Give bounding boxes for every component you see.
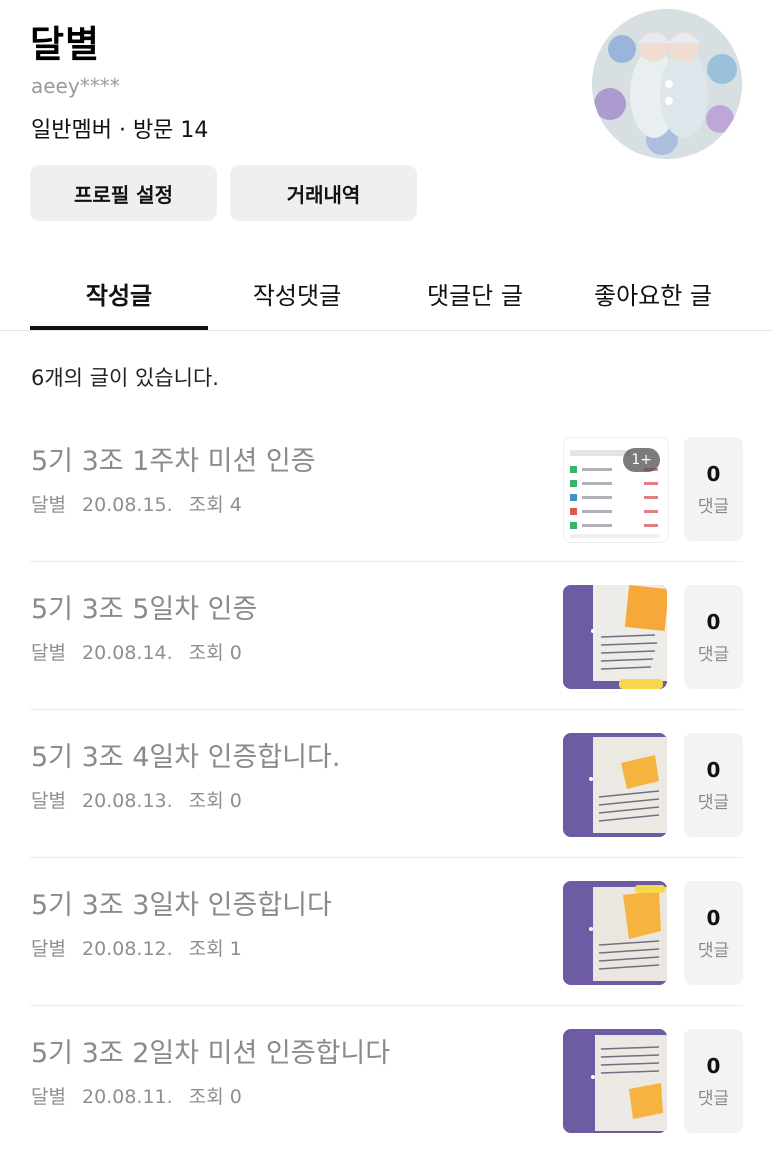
comment-count-box[interactable]: 0 댓글 <box>684 1029 743 1133</box>
comment-count: 0 <box>706 905 721 930</box>
tab-my-posts[interactable]: 작성글 <box>30 256 208 330</box>
post-meta: 달별 20.08.12. 조회 1 <box>31 934 252 961</box>
post-title: 5기 3조 3일차 인증합니다 <box>31 890 332 921</box>
post-views: 조회 0 <box>188 790 242 812</box>
profile-meta: 일반멤버 · 방문 14 <box>31 118 209 143</box>
profile-header: 달별 aeey**** 일반멤버 · 방문 14 프로필 설정 거래내역 <box>0 0 773 250</box>
image-count-badge: 1+ <box>623 448 660 472</box>
profile-user-id: aeey**** <box>31 74 120 98</box>
post-views: 조회 4 <box>188 494 242 516</box>
post-date: 20.08.15. <box>82 494 173 516</box>
list-item[interactable]: 5기 3조 2일차 미션 인증합니다 달별 20.08.11. 조회 0 0 댓… <box>0 1007 773 1154</box>
avatar-photo <box>592 9 742 159</box>
active-tab-indicator <box>30 326 208 330</box>
tab-liked-posts[interactable]: 좋아요한 글 <box>564 256 742 330</box>
post-date: 20.08.11. <box>82 1086 173 1108</box>
profile-nickname: 달별 <box>30 23 101 66</box>
list-item[interactable]: 5기 3조 4일차 인증합니다. 달별 20.08.13. 조회 0 0 댓글 <box>0 711 773 858</box>
tab-commented-posts[interactable]: 댓글단 글 <box>386 256 564 330</box>
comment-count: 0 <box>706 1053 721 1078</box>
list-item[interactable]: 5기 3조 3일차 인증합니다 달별 20.08.12. 조회 1 0 댓글 <box>0 859 773 1006</box>
post-title: 5기 3조 2일차 미션 인증합니다 <box>31 1038 391 1069</box>
list-item[interactable]: 5기 3조 5일차 인증 달별 20.08.14. 조회 0 0 댓글 <box>0 563 773 710</box>
list-item[interactable]: 5기 3조 1주차 미션 인증 달별 20.08.15. 조회 4 1+ 0 댓… <box>0 415 773 562</box>
thumbnail-image <box>563 585 667 689</box>
post-date: 20.08.13. <box>82 790 173 812</box>
comment-count: 0 <box>706 757 721 782</box>
divider <box>30 857 743 858</box>
post-thumbnail[interactable]: 1+ <box>563 437 669 543</box>
post-author: 달별 <box>31 938 66 960</box>
transactions-button[interactable]: 거래내역 <box>230 165 417 221</box>
post-author: 달별 <box>31 790 66 812</box>
post-meta: 달별 20.08.13. 조회 0 <box>31 786 252 813</box>
divider <box>30 709 743 710</box>
thumbnail-image <box>563 881 667 985</box>
avatar[interactable] <box>592 9 742 159</box>
post-date: 20.08.14. <box>82 642 173 664</box>
post-views: 조회 0 <box>188 1086 242 1108</box>
thumbnail-image <box>563 733 667 837</box>
post-thumbnail[interactable] <box>563 585 667 689</box>
post-views: 조회 1 <box>188 938 242 960</box>
tab-my-comments[interactable]: 작성댓글 <box>208 256 386 330</box>
comment-label: 댓글 <box>697 792 730 813</box>
comment-count-box[interactable]: 0 댓글 <box>684 437 743 541</box>
post-author: 달별 <box>31 642 66 664</box>
post-meta: 달별 20.08.14. 조회 0 <box>31 638 252 665</box>
post-author: 달별 <box>31 1086 66 1108</box>
post-date: 20.08.12. <box>82 938 173 960</box>
comment-count: 0 <box>706 609 721 634</box>
post-thumbnail[interactable] <box>563 1029 667 1133</box>
post-title: 5기 3조 1주차 미션 인증 <box>31 446 316 477</box>
post-meta: 달별 20.08.15. 조회 4 <box>31 490 252 517</box>
post-meta: 달별 20.08.11. 조회 0 <box>31 1082 252 1109</box>
post-title: 5기 3조 4일차 인증합니다. <box>31 742 341 773</box>
post-count: 6개의 글이 있습니다. <box>31 366 219 390</box>
divider <box>30 1005 743 1006</box>
comment-label: 댓글 <box>697 1088 730 1109</box>
post-author: 달별 <box>31 494 66 516</box>
post-title: 5기 3조 5일차 인증 <box>31 594 258 625</box>
comment-count: 0 <box>706 461 721 486</box>
post-thumbnail[interactable] <box>563 881 667 985</box>
comment-label: 댓글 <box>697 644 730 665</box>
comment-count-box[interactable]: 0 댓글 <box>684 585 743 689</box>
thumbnail-image <box>563 1029 667 1133</box>
tab-bar: 작성글 작성댓글 댓글단 글 좋아요한 글 <box>0 256 773 331</box>
post-thumbnail[interactable] <box>563 733 667 837</box>
comment-count-box[interactable]: 0 댓글 <box>684 881 743 985</box>
profile-settings-button[interactable]: 프로필 설정 <box>30 165 217 221</box>
comment-count-box[interactable]: 0 댓글 <box>684 733 743 837</box>
comment-label: 댓글 <box>697 940 730 961</box>
comment-label: 댓글 <box>697 496 730 517</box>
divider <box>30 561 743 562</box>
post-views: 조회 0 <box>188 642 242 664</box>
